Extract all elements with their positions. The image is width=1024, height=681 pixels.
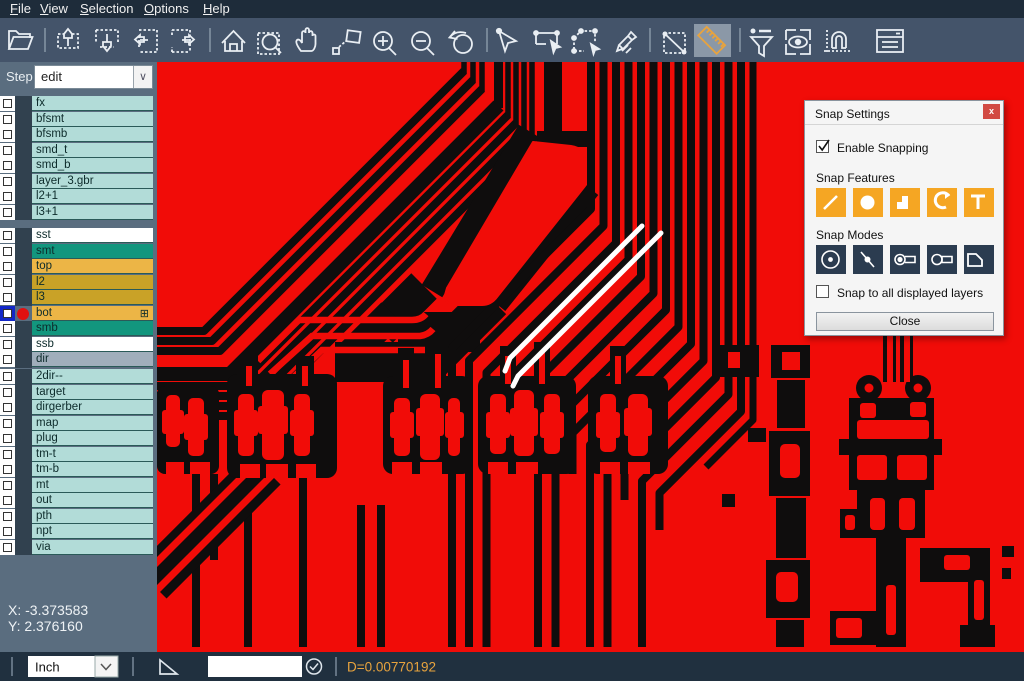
svg-text:D=0.00770192: D=0.00770192 xyxy=(347,660,436,675)
svg-text:Inch: Inch xyxy=(35,660,60,675)
